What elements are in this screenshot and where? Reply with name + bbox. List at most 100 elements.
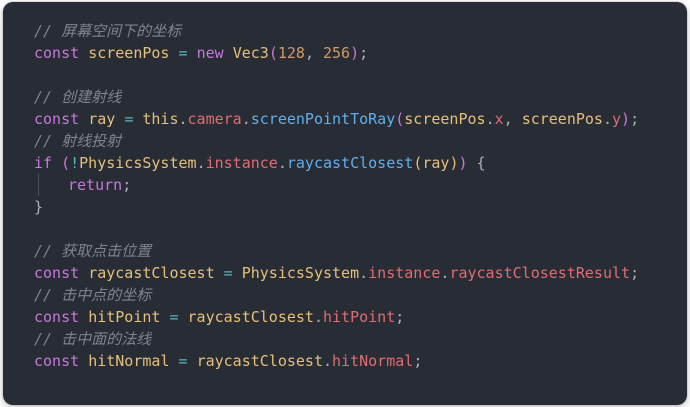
code-token: , bbox=[503, 110, 522, 128]
code-token: ; bbox=[395, 308, 405, 326]
code-token: ( bbox=[395, 110, 405, 128]
code-token: . bbox=[196, 154, 206, 172]
code-token: ! bbox=[70, 154, 80, 172]
code-token: = bbox=[223, 264, 233, 282]
code-token: ) bbox=[350, 44, 360, 62]
code-token: ( bbox=[413, 154, 423, 172]
code-token: instance bbox=[205, 154, 278, 172]
code-token: new bbox=[196, 44, 224, 62]
code-token: screenPos bbox=[521, 110, 603, 128]
code-line: } bbox=[34, 196, 639, 218]
code-token: PhysicsSystem bbox=[241, 264, 360, 282]
code-line: const hitPoint = raycastClosest.hitPoint… bbox=[34, 306, 639, 328]
code-token: this bbox=[142, 110, 179, 128]
code-token: hitNormal bbox=[332, 352, 414, 370]
code-token: raycastClosestResult bbox=[449, 264, 631, 282]
code-token: screenPointToRay bbox=[250, 110, 396, 128]
code-token: hitNormal bbox=[88, 352, 170, 370]
code-token: raycastClosest bbox=[196, 352, 323, 370]
code-line: // 击中面的法线 bbox=[34, 328, 639, 350]
code-token: screenPos bbox=[88, 44, 170, 62]
code-token: { bbox=[467, 154, 486, 172]
code-token: . bbox=[602, 110, 612, 128]
code-token: ( bbox=[268, 44, 278, 62]
code-comment: // 获取点击位置 bbox=[34, 242, 152, 260]
code-token: instance bbox=[368, 264, 441, 282]
code-token: . bbox=[485, 110, 495, 128]
code-token: x bbox=[494, 110, 504, 128]
code-line: if (!PhysicsSystem.instance.raycastClose… bbox=[34, 152, 639, 174]
code-token: y bbox=[612, 110, 622, 128]
code-token: screenPos bbox=[404, 110, 486, 128]
code-line: const raycastClosest = PhysicsSystem.ins… bbox=[34, 262, 639, 284]
code-line: // 获取点击位置 bbox=[34, 240, 639, 262]
code-token: . bbox=[313, 308, 323, 326]
code-token: . bbox=[323, 352, 333, 370]
code-line: // 创建射线 bbox=[34, 86, 639, 108]
code-token: . bbox=[241, 110, 251, 128]
code-comment: // 屏幕空间下的坐标 bbox=[34, 22, 182, 40]
code-token: raycastClosest bbox=[187, 308, 314, 326]
code-token: return bbox=[68, 176, 123, 194]
code-token: if bbox=[34, 154, 53, 172]
code-token: . bbox=[277, 154, 287, 172]
code-comment: // 创建射线 bbox=[34, 88, 122, 106]
indent-guide bbox=[38, 174, 39, 196]
code-window: // 屏幕空间下的坐标 const screenPos = new Vec3(12… bbox=[3, 2, 687, 405]
code-token: ; bbox=[122, 176, 132, 194]
code-token: } bbox=[34, 198, 44, 216]
code-token: 128 bbox=[277, 44, 305, 62]
code-token: Vec3 bbox=[232, 44, 269, 62]
code-token: raycastClosest bbox=[286, 154, 414, 172]
code-line: return; bbox=[34, 174, 639, 196]
code-line: const screenPos = new Vec3(128, 256); bbox=[34, 42, 639, 64]
code-token: = bbox=[178, 352, 188, 370]
code-token: raycastClosest bbox=[88, 264, 215, 282]
code-line: const hitNormal = raycastClosest.hitNorm… bbox=[34, 350, 639, 372]
code-token: const bbox=[34, 308, 80, 326]
code-token: camera bbox=[187, 110, 242, 128]
code-token: . bbox=[359, 264, 369, 282]
code-token: hitPoint bbox=[88, 308, 161, 326]
code-token: ray bbox=[88, 110, 116, 128]
code-token: ray bbox=[422, 154, 450, 172]
code-comment: // 射线投射 bbox=[34, 132, 122, 150]
code-token: ) bbox=[621, 110, 631, 128]
code-token: 256 bbox=[323, 44, 351, 62]
code-token: = bbox=[124, 110, 134, 128]
code-comment: // 击中面的法线 bbox=[34, 330, 152, 348]
code-token: ; bbox=[359, 44, 369, 62]
code-token: ; bbox=[630, 264, 640, 282]
code-token: ; bbox=[630, 110, 640, 128]
code-token: hitPoint bbox=[323, 308, 396, 326]
code-line: const ray = this.camera.screenPointToRay… bbox=[34, 108, 639, 130]
code-token: ; bbox=[413, 352, 423, 370]
code-token: = bbox=[169, 308, 179, 326]
code-token: const bbox=[34, 44, 80, 62]
code-line: // 击中点的坐标 bbox=[34, 284, 639, 306]
code-line: // 屏幕空间下的坐标 bbox=[34, 20, 639, 42]
code-token: const bbox=[34, 352, 80, 370]
code-block: // 屏幕空间下的坐标 const screenPos = new Vec3(12… bbox=[34, 20, 639, 372]
code-token: . bbox=[178, 110, 188, 128]
code-token: const bbox=[34, 110, 80, 128]
code-comment: // 击中点的坐标 bbox=[34, 286, 152, 304]
code-token: = bbox=[178, 44, 188, 62]
code-token: PhysicsSystem bbox=[79, 154, 197, 172]
